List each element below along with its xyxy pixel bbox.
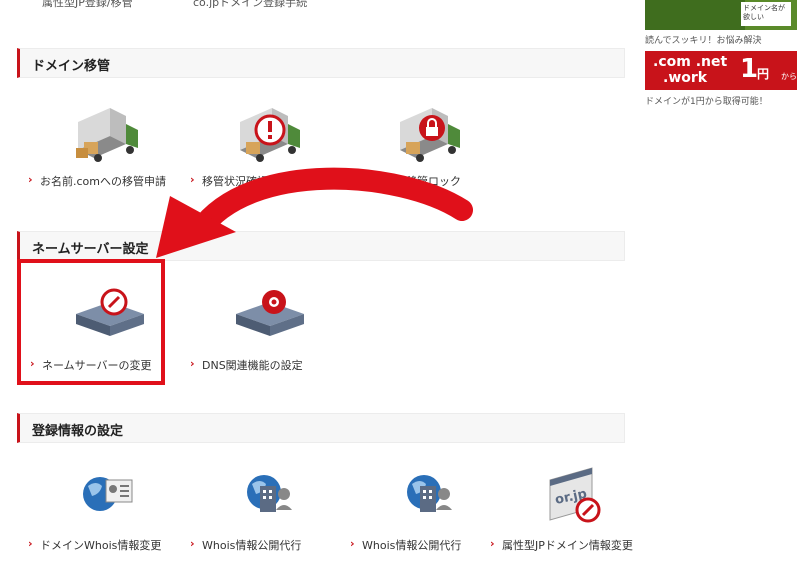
- section-header-registration: 登録情報の設定: [17, 413, 625, 443]
- tile-whois-change[interactable]: › ドメインWhois情報変更: [28, 464, 188, 564]
- thumbnail-tag: ドメイン名が欲しい: [741, 2, 791, 26]
- chevron-right-icon: ›: [490, 537, 495, 550]
- previous-row-cut: 属性型JP登録/移管 co.jpドメイン登録手続: [0, 0, 640, 10]
- globe-building-icon: [390, 464, 470, 534]
- tile-label[interactable]: 移管状況確認: [202, 173, 268, 189]
- tile-label[interactable]: Whois情報公開代行: [202, 537, 301, 553]
- tile-transfer-status[interactable]: › 移管状況確認: [190, 100, 350, 200]
- tile-transfer-apply[interactable]: › お名前.comへの移管申請: [28, 100, 188, 200]
- section-header-transfer: ドメイン移管: [17, 48, 625, 78]
- chevron-right-icon: ›: [350, 173, 355, 186]
- banner-price: 1: [740, 54, 759, 84]
- chevron-right-icon: ›: [350, 537, 355, 550]
- section-title: ネームサーバー設定: [32, 242, 149, 257]
- chevron-right-icon: ›: [28, 537, 33, 550]
- tile-dns-settings[interactable]: › DNS関連機能の設定: [190, 284, 350, 384]
- banner-line1: .com .net: [653, 54, 728, 70]
- cut-label-mid[interactable]: co.jpドメイン登録手続: [193, 0, 307, 10]
- tile-label[interactable]: ドメイン移管ロック: [362, 173, 461, 189]
- section-header-nameserver: ネームサーバー設定: [17, 231, 625, 261]
- tile-label[interactable]: お名前.comへの移管申請: [40, 173, 166, 189]
- globe-card-icon: [68, 464, 148, 534]
- truck-lock-icon: [390, 100, 470, 170]
- chevron-right-icon: ›: [190, 173, 195, 186]
- chevron-right-icon: ›: [190, 357, 195, 370]
- banner-suffix: から: [781, 72, 797, 81]
- tile-transfer-lock[interactable]: › ドメイン移管ロック: [350, 100, 510, 200]
- section-title: 登録情報の設定: [32, 424, 124, 439]
- sidebar-thumb-caption[interactable]: 読んでスッキリ！お悩み解決: [645, 33, 762, 46]
- tile-orjp-change[interactable]: or.jp › 属性型JPドメイン情報変更: [490, 464, 650, 564]
- sidebar-price-banner[interactable]: .com .net .work 1 円 から: [645, 51, 797, 90]
- tile-label[interactable]: DNS関連機能の設定: [202, 357, 303, 373]
- tile-whois-proxy-2[interactable]: › Whois情報公開代行: [350, 464, 510, 564]
- tile-whois-proxy-1[interactable]: › Whois情報公開代行: [190, 464, 350, 564]
- highlight-box: [17, 259, 165, 385]
- banner-line2: .work: [663, 70, 708, 86]
- chevron-right-icon: ›: [190, 537, 195, 550]
- tile-label[interactable]: Whois情報公開代行: [362, 537, 461, 553]
- banner-unit: 円: [757, 67, 770, 81]
- orjp-edit-icon: or.jp: [530, 464, 610, 534]
- chevron-right-icon: ›: [28, 173, 33, 186]
- truck-alert-icon: [230, 100, 310, 170]
- cut-label-left[interactable]: 属性型JP登録/移管: [42, 0, 133, 10]
- tile-label[interactable]: ドメインWhois情報変更: [40, 537, 161, 553]
- tile-label[interactable]: 属性型JPドメイン情報変更: [502, 537, 633, 553]
- globe-building-icon: [230, 464, 310, 534]
- server-gear-icon: [230, 284, 310, 354]
- sidebar-banner-caption[interactable]: ドメインが1円から取得可能！: [645, 94, 768, 107]
- truck-icon: [68, 100, 148, 170]
- sidebar-article-thumbnail[interactable]: ドメイン名が欲しい: [645, 0, 797, 30]
- section-title: ドメイン移管: [32, 59, 111, 74]
